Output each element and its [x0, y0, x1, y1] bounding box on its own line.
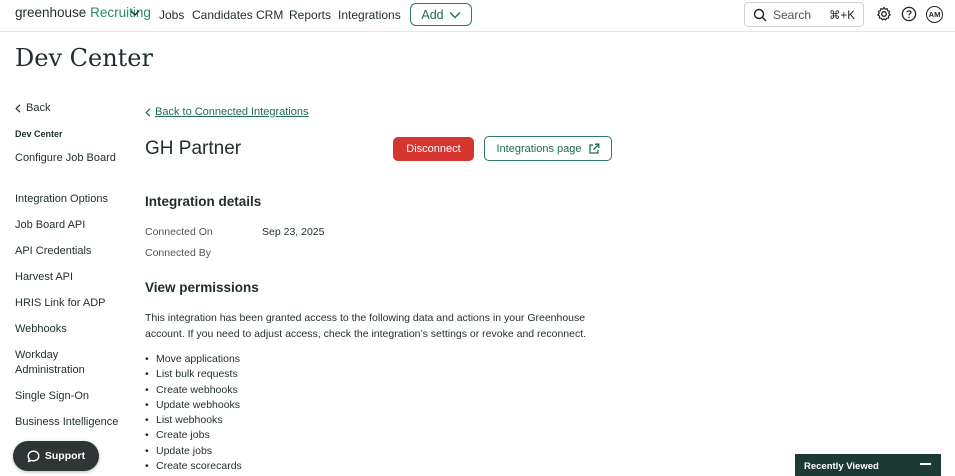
nav-integrations[interactable]: Integrations — [338, 8, 401, 22]
disconnect-button[interactable]: Disconnect — [393, 137, 474, 161]
gear-icon[interactable] — [876, 6, 892, 22]
search-icon — [753, 8, 767, 22]
view-permissions-heading: View permissions — [145, 280, 259, 295]
sidebar-back-link[interactable]: Back — [15, 102, 50, 114]
add-button-label: Add — [421, 7, 444, 22]
connected-on-label: Connected On — [145, 226, 213, 238]
nav-reports[interactable]: Reports — [289, 8, 331, 22]
sidebar-item-configure-job-board[interactable]: Configure Job Board — [15, 151, 120, 166]
nav-jobs[interactable]: Jobs — [159, 8, 184, 22]
integration-details-heading: Integration details — [145, 194, 262, 209]
permission-item: Update webhooks — [145, 398, 242, 414]
chat-bubble-icon — [27, 450, 40, 462]
nav-candidates[interactable]: Candidates — [192, 8, 253, 22]
chevron-left-icon — [145, 107, 151, 117]
avatar-initials: AM — [928, 10, 941, 19]
back-link-label: Back to Connected Integrations — [155, 106, 309, 118]
permission-item: Create webhooks — [145, 383, 242, 399]
external-link-icon — [588, 143, 599, 154]
logo-main-text: greenhouse — [15, 5, 87, 20]
sidebar-item-api-credentials[interactable]: API Credentials — [15, 244, 120, 259]
sidebar-item-webhooks[interactable]: Webhooks — [15, 322, 120, 337]
search-shortcut: ⌘+K — [829, 10, 855, 22]
minimize-icon[interactable] — [920, 463, 931, 465]
permission-item: List webhooks — [145, 413, 242, 429]
sidebar-item-workday-administration[interactable]: Workday Administration — [15, 348, 120, 378]
nav-crm[interactable]: CRM — [256, 8, 283, 22]
sidebar-item-hris-link-adp[interactable]: HRIS Link for ADP — [15, 296, 120, 311]
permissions-list: Move applications List bulk requests Cre… — [145, 352, 242, 475]
permission-item: List bulk requests — [145, 367, 242, 383]
permission-item: Move applications — [145, 352, 242, 368]
disconnect-label: Disconnect — [406, 143, 461, 155]
chevron-down-icon — [449, 11, 461, 18]
permission-item: Create scorecards — [145, 459, 242, 475]
logo-product-text: Recruiting — [90, 5, 151, 20]
top-navigation: greenhouse Recruiting Jobs Candidates CR… — [0, 0, 955, 32]
sidebar-item-harvest-api[interactable]: Harvest API — [15, 270, 120, 285]
back-to-connected-integrations-link[interactable]: Back to Connected Integrations — [145, 106, 308, 118]
connected-on-value: Sep 23, 2025 — [262, 226, 325, 238]
integrations-page-button[interactable]: Integrations page — [484, 136, 612, 161]
sidebar-item-single-sign-on[interactable]: Single Sign-On — [15, 389, 120, 404]
page-title: Dev Center — [15, 44, 153, 72]
help-icon[interactable] — [901, 6, 917, 22]
support-label: Support — [44, 450, 86, 462]
sidebar-item-integration-options[interactable]: Integration Options — [15, 192, 120, 207]
recently-viewed-label: Recently Viewed — [804, 461, 879, 472]
permissions-description: This integration has been granted access… — [145, 312, 587, 340]
chevron-down-icon[interactable] — [130, 9, 140, 17]
permission-item: Create jobs — [145, 428, 242, 444]
search-box[interactable]: Search ⌘+K — [744, 2, 864, 27]
search-placeholder: Search — [773, 8, 812, 22]
back-label: Back — [26, 102, 51, 114]
sidebar-item-job-board-api[interactable]: Job Board API — [15, 218, 120, 233]
sidebar-item-business-intelligence[interactable]: Business Intelligence — [15, 415, 120, 430]
chevron-left-icon — [15, 103, 21, 113]
integrations-page-label: Integrations page — [496, 142, 582, 155]
sidebar-heading: Dev Center — [15, 129, 63, 139]
support-button[interactable]: Support — [13, 441, 99, 471]
recently-viewed-panel[interactable]: Recently Viewed — [795, 454, 941, 476]
integration-name: GH Partner — [145, 138, 242, 159]
user-avatar[interactable]: AM — [926, 6, 943, 23]
permission-item: Update jobs — [145, 444, 242, 460]
add-button[interactable]: Add — [410, 3, 472, 26]
connected-by-label: Connected By — [145, 247, 211, 259]
